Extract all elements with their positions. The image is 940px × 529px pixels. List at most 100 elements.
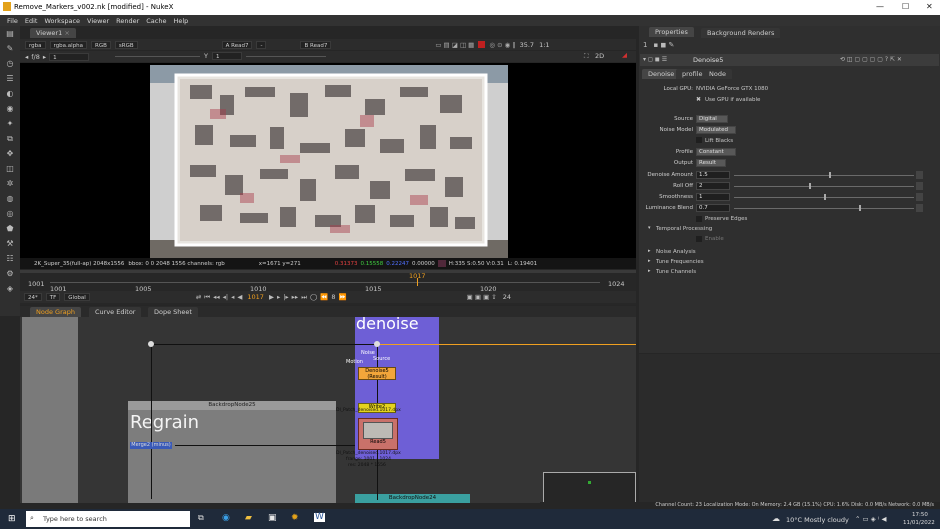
denoise-amount-knob[interactable] [829,172,831,178]
noise-analysis-group[interactable]: Noise Analysis [656,249,696,255]
playback-mode-icons[interactable]: ▣ ▣ ▣ ⇪ [467,293,497,301]
backdrop-24[interactable]: BackdropNode24 [355,494,470,503]
next-key-icon[interactable]: ▸▸ [292,293,299,301]
filter-tool-icon[interactable]: ◉ [3,103,17,114]
gamma-field[interactable]: 1 [212,52,242,60]
b-input-dropdown[interactable]: B Read7 [300,40,332,49]
roll-off-knob[interactable] [809,183,811,189]
keyer-tool-icon[interactable]: ✦ [3,118,17,129]
tab-curve-editor[interactable]: Curve Editor [89,307,142,317]
clock-time[interactable]: 17:50 [912,512,928,518]
subtab-node[interactable]: Node [703,69,732,79]
gain-field[interactable]: 1 [49,52,90,61]
merge2-node[interactable]: Merge2 (minus) [130,442,172,449]
menu-cache[interactable]: Cache [146,17,166,25]
transform-tool-icon[interactable]: ✥ [3,148,17,159]
tab-background-renders[interactable]: Background Renders [701,28,781,38]
file-explorer-icon[interactable]: ▰ [245,513,252,523]
time-tool-icon[interactable]: ◷ [3,58,17,69]
profile-dropdown[interactable]: Constant [696,148,736,156]
source-dropdown[interactable]: Digital [696,115,728,123]
weather-text[interactable]: 10°C Mostly cloudy [786,516,849,524]
fstop-arrow-icon[interactable]: ◂ [25,53,28,61]
menu-edit[interactable]: Edit [25,17,38,25]
maximize-icon[interactable]: ☐ [902,2,909,11]
menu-file[interactable]: File [7,17,18,25]
close-icon[interactable]: ✕ [926,2,933,11]
step-back-icon[interactable]: ⏪ [320,293,328,301]
lift-blacks-checkbox[interactable] [696,137,702,143]
menu-help[interactable]: Help [173,17,188,25]
windows-start-icon[interactable]: ⊞ [8,514,16,524]
subtab-denoise[interactable]: Denoise [642,69,681,79]
metadata-tool-icon[interactable]: ⬟ [3,223,17,234]
other-tool-icon[interactable]: ☷ [3,253,17,264]
tab-dope-sheet[interactable]: Dope Sheet [148,307,198,317]
image-tool-icon[interactable]: ▤ [3,28,17,39]
luminance-blend-slider[interactable] [734,208,914,209]
menu-render[interactable]: Render [116,17,139,25]
particles-tool-icon[interactable]: ✲ [3,178,17,189]
minimize-icon[interactable]: — [876,2,884,11]
read5-node[interactable]: Read5 [358,418,398,450]
system-tray-icons[interactable]: ⌃ ▭ ◈ ⁾ ◀ [855,515,886,523]
node-graph-minimap[interactable] [543,472,636,503]
next-frame-icon[interactable]: ▸ [277,293,280,301]
dot-node-denoise[interactable] [374,341,380,347]
clock-date[interactable]: 11/01/2022 [903,520,935,526]
tune-frequencies-group[interactable]: Tune Frequencies [656,259,704,265]
record-icon[interactable] [478,41,486,48]
denoise-amount-field[interactable]: 1.5 [696,171,730,179]
a-input-dropdown[interactable]: A Read7 [221,40,253,49]
merge-tool-icon[interactable]: ⧉ [3,133,17,144]
smoothness-field[interactable]: 1 [696,193,730,201]
tab-node-graph[interactable]: Node Graph [30,307,81,317]
nuke-taskbar-icon[interactable]: ✹ [291,513,299,523]
luminance-blend-field[interactable]: 0.7 [696,204,730,212]
gamma-slider[interactable] [246,56,326,57]
max-panels-field[interactable]: 1 [643,41,647,49]
smoothness-knob[interactable] [824,194,826,200]
node-header-icons[interactable]: ▾ ◻ ◼ ☰ [643,56,667,63]
menu-viewer[interactable]: Viewer [87,17,109,25]
prev-frame-icon[interactable]: ◂ [231,293,234,301]
node-graph-canvas[interactable]: BackdropNode25 Regrain denoise BackdropN… [20,317,636,503]
viewer-mode-icons[interactable]: ◎ ⊙ ◉ ‖ [489,41,515,49]
dot-node[interactable] [148,341,154,347]
enable-checkbox[interactable] [696,236,702,242]
fstop-value[interactable]: f/8 [31,53,40,61]
tab-properties[interactable]: Properties [649,27,694,37]
roll-off-slider[interactable] [734,186,914,187]
lut-dropdown[interactable]: sRGB [114,40,138,49]
edge-browser-icon[interactable]: ◉ [222,513,230,523]
roll-off-field[interactable]: 2 [696,182,730,190]
toolsets-tool-icon[interactable]: ⚒ [3,238,17,249]
properties-tool-icons[interactable]: ▪ ◼ ✎ [653,41,674,49]
view-mode-dropdown[interactable]: 2D [595,52,604,60]
gain-slider[interactable] [115,56,200,57]
backdrop-left[interactable] [22,317,78,503]
first-frame-icon[interactable]: ⏮ [204,293,210,302]
cara-tool-icon[interactable]: ◈ [3,283,17,294]
prev-key-icon[interactable]: ◂◂ [213,293,220,301]
luminance-blend-anim[interactable] [916,204,923,212]
viewer-tool-icons[interactable]: ▭ ▤ ◪ ◫ ▦ [435,41,474,49]
prev-increment-icon[interactable]: ◂| [223,293,228,301]
channel-tool-icon[interactable]: ☰ [3,73,17,84]
word-icon[interactable]: W [314,513,325,522]
fps-dropdown[interactable]: 24* [24,293,42,301]
store-icon[interactable]: ▣ [268,513,277,523]
backdrop-regrain[interactable]: BackdropNode25 Regrain [128,401,336,503]
smoothness-anim[interactable] [916,193,923,201]
menu-workspace[interactable]: Workspace [44,17,80,25]
next-increment-icon[interactable]: |▸ [283,293,288,301]
stop-icon[interactable]: ◯ [310,293,317,301]
temporal-processing-group[interactable]: Temporal Processing [656,226,712,232]
global-dropdown[interactable]: Global [64,293,90,301]
noise-analysis-expand-icon[interactable]: ▸ [648,248,651,254]
node-header-actions[interactable]: ⟲ ◫ ▢ ▢ ▢ ▢ ? ⇱ ✕ [840,56,902,63]
layer-dropdown[interactable]: rgba [25,40,46,49]
play-backward-icon[interactable]: ◀ [237,293,242,301]
node-name-field[interactable]: Denoise5 [693,56,723,64]
preserve-edges-checkbox[interactable] [696,216,702,222]
